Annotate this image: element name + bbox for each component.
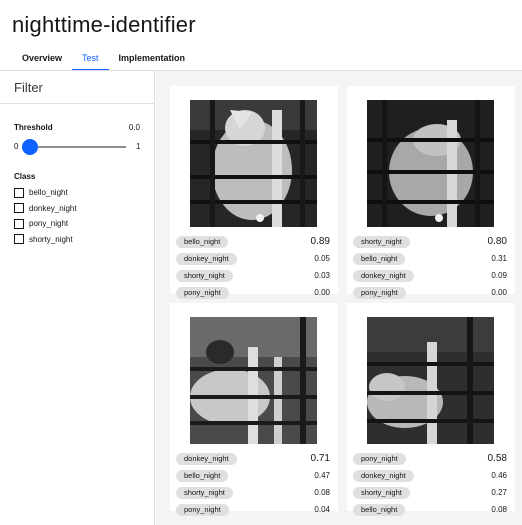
horse-night-photo-icon — [190, 317, 317, 444]
checkbox[interactable] — [14, 187, 24, 198]
class-tag: donkey_night — [353, 470, 414, 482]
class-tag: shorty_night — [353, 487, 410, 499]
horse-night-photo-icon — [190, 100, 317, 227]
result-card[interactable]: shorty_night 0.80 bello_night 0.31 donke… — [347, 86, 515, 299]
score-row: bello_night 0.89 — [176, 236, 330, 250]
class-tag: bello_night — [353, 253, 406, 265]
threshold-label: Threshold — [14, 123, 53, 132]
result-card[interactable]: pony_night 0.58 donkey_night 0.46 shorty… — [347, 303, 515, 516]
score-value: 0.71 — [310, 453, 330, 464]
app-title: nighttime-identifier — [12, 12, 196, 37]
class-option-label: bello_night — [29, 188, 68, 198]
score-row: shorty_night 0.08 — [176, 487, 330, 501]
score-row: donkey_night 0.71 — [176, 453, 330, 467]
class-option-bello-night[interactable]: bello_night — [14, 185, 77, 201]
filter-sidebar: Filter Threshold 0.0 0 1 Class bello_nig… — [0, 71, 155, 525]
tab-test[interactable]: Test — [72, 50, 109, 71]
horse-night-photo-icon — [367, 100, 494, 227]
score-row: pony_night 0.00 — [353, 287, 507, 301]
class-filter-list: bello_night donkey_night pony_night shor… — [14, 185, 77, 247]
threshold-value: 0.0 — [128, 123, 140, 132]
class-option-label: shorty_night — [29, 234, 73, 244]
tab-bar: Overview Test Implementation — [12, 50, 195, 71]
tab-overview[interactable]: Overview — [12, 50, 72, 71]
score-value: 0.46 — [491, 471, 507, 480]
score-value: 0.31 — [491, 254, 507, 263]
class-tag: pony_night — [176, 287, 229, 299]
class-tag: bello_night — [176, 236, 229, 248]
class-tag: donkey_night — [176, 253, 237, 265]
score-value: 0.80 — [487, 236, 507, 247]
class-tag: pony_night — [176, 504, 229, 516]
score-row: bello_night 0.08 — [353, 504, 507, 518]
score-row: pony_night 0.00 — [176, 287, 330, 301]
class-tag: shorty_night — [353, 236, 410, 248]
score-row: shorty_night 0.03 — [176, 270, 330, 284]
results-grid: bello_night 0.89 donkey_night 0.05 short… — [156, 71, 522, 525]
tab-implementation[interactable]: Implementation — [109, 50, 196, 71]
class-tag: donkey_night — [176, 453, 237, 465]
class-option-label: pony_night — [29, 219, 69, 229]
score-row: shorty_night 0.27 — [353, 487, 507, 501]
score-row: bello_night 0.31 — [353, 253, 507, 267]
score-value: 0.09 — [491, 271, 507, 280]
score-value: 0.47 — [314, 471, 330, 480]
score-row: donkey_night 0.09 — [353, 270, 507, 284]
checkbox[interactable] — [14, 203, 24, 214]
class-option-pony-night[interactable]: pony_night — [14, 216, 77, 232]
score-row: pony_night 0.58 — [353, 453, 507, 467]
score-value: 0.08 — [491, 505, 507, 514]
score-value: 0.00 — [314, 288, 330, 297]
score-value: 0.08 — [314, 488, 330, 497]
score-value: 0.00 — [491, 288, 507, 297]
score-value: 0.03 — [314, 271, 330, 280]
score-value: 0.89 — [310, 236, 330, 247]
class-option-label: donkey_night — [29, 203, 77, 213]
score-row: donkey_night 0.05 — [176, 253, 330, 267]
class-tag: donkey_night — [353, 270, 414, 282]
slider-max-label: 1 — [136, 142, 141, 151]
score-row: bello_night 0.47 — [176, 470, 330, 484]
result-card[interactable]: bello_night 0.89 donkey_night 0.05 short… — [170, 86, 338, 299]
class-tag: pony_night — [353, 453, 406, 465]
class-tag: bello_night — [176, 470, 229, 482]
score-row: donkey_night 0.46 — [353, 470, 507, 484]
score-value: 0.58 — [487, 453, 507, 464]
score-value: 0.04 — [314, 505, 330, 514]
class-tag: shorty_night — [176, 487, 233, 499]
checkbox[interactable] — [14, 234, 24, 245]
checkbox[interactable] — [14, 218, 24, 229]
horse-night-photo-icon — [367, 317, 494, 444]
threshold-slider-track[interactable] — [26, 146, 126, 148]
class-option-shorty-night[interactable]: shorty_night — [14, 232, 77, 248]
filter-title: Filter — [14, 80, 43, 95]
slider-min-label: 0 — [14, 142, 19, 151]
class-filter-label: Class — [14, 172, 36, 181]
class-tag: pony_night — [353, 287, 406, 299]
class-option-donkey-night[interactable]: donkey_night — [14, 201, 77, 217]
class-tag: shorty_night — [176, 270, 233, 282]
result-card[interactable]: donkey_night 0.71 bello_night 0.47 short… — [170, 303, 338, 516]
score-value: 0.27 — [491, 488, 507, 497]
threshold-slider-handle[interactable] — [22, 139, 38, 155]
score-row: pony_night 0.04 — [176, 504, 330, 518]
score-value: 0.05 — [314, 254, 330, 263]
filter-divider — [0, 103, 155, 104]
class-tag: bello_night — [353, 504, 406, 516]
score-row: shorty_night 0.80 — [353, 236, 507, 250]
